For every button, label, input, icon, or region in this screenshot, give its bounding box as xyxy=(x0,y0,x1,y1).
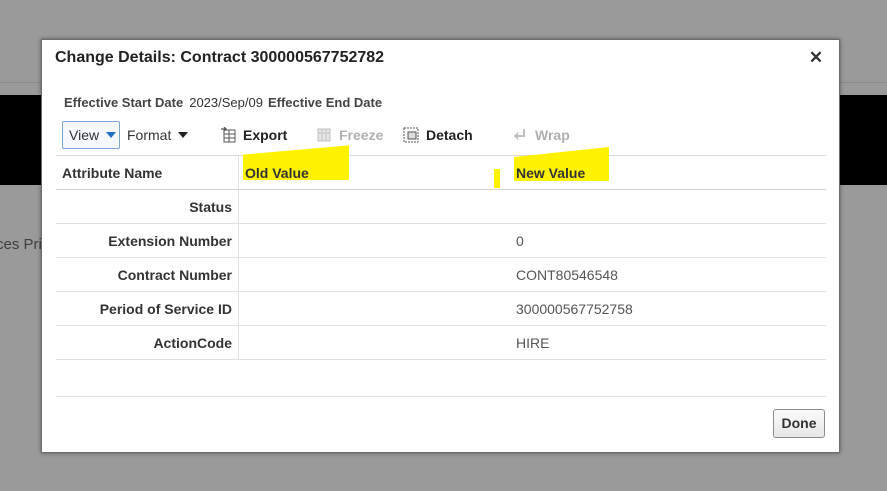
format-label: Format xyxy=(127,127,172,143)
background-partial-text: ces Pri xyxy=(0,236,42,253)
effective-start-value: 2023/Sep/09 xyxy=(189,95,263,110)
export-button[interactable]: Export xyxy=(220,120,287,150)
new-value-cell: CONT80546548 xyxy=(516,266,618,283)
table-row[interactable]: ActionCode HIRE xyxy=(56,326,826,360)
column-header-attribute[interactable]: Attribute Name xyxy=(56,156,239,189)
freeze-label: Freeze xyxy=(339,127,384,143)
wrap-button[interactable]: Wrap xyxy=(512,120,570,150)
column-header-new-value[interactable]: New Value xyxy=(509,156,826,189)
export-label: Export xyxy=(243,127,288,143)
effective-start-label: Effective Start Date xyxy=(64,95,184,110)
old-value-cell xyxy=(239,292,509,325)
done-button[interactable]: Done xyxy=(773,409,825,438)
freeze-icon xyxy=(316,127,332,143)
detach-label: Detach xyxy=(426,127,473,143)
view-menu-button[interactable]: View xyxy=(62,121,120,149)
view-label: View xyxy=(69,127,100,143)
chevron-down-icon xyxy=(106,132,117,138)
new-value-cell: 0 xyxy=(516,232,524,249)
effective-dates: Effective Start Date 2023/Sep/09 Effective… xyxy=(64,95,382,110)
dialog-title: Change Details: Contract 300000567752782 xyxy=(55,49,385,66)
attribute-cell: ActionCode xyxy=(56,326,239,359)
change-details-dialog: Change Details: Contract 300000567752782… xyxy=(41,39,840,453)
effective-end-label: Effective End Date xyxy=(267,95,383,110)
old-value-cell xyxy=(239,258,509,291)
table-row[interactable]: Period of Service ID 300000567752758 xyxy=(56,292,826,326)
chevron-down-icon xyxy=(178,132,189,138)
wrap-label: Wrap xyxy=(535,127,570,143)
old-value-cell xyxy=(239,326,509,359)
table-header-row: Attribute Name Old Value New Value xyxy=(56,156,826,190)
wrap-icon xyxy=(512,127,528,143)
table-row[interactable]: Contract Number CONT80546548 xyxy=(56,258,826,292)
column-header-old-value[interactable]: Old Value xyxy=(239,156,509,189)
table-toolbar: View Format Export Freeze Detach Wrap xyxy=(62,120,822,150)
new-value-cell xyxy=(509,190,826,223)
attribute-cell: Extension Number xyxy=(56,224,239,257)
new-value-cell: 300000567752758 xyxy=(516,300,633,317)
close-icon[interactable]: ✕ xyxy=(807,48,825,68)
footer-divider xyxy=(56,396,826,397)
format-menu-button[interactable]: Format xyxy=(127,120,189,150)
export-icon xyxy=(220,126,236,143)
attribute-cell: Contract Number xyxy=(56,258,239,291)
detach-button[interactable]: Detach xyxy=(403,120,473,150)
old-value-cell xyxy=(239,224,509,257)
table-row[interactable]: Extension Number 0 xyxy=(56,224,826,258)
new-value-cell: HIRE xyxy=(516,334,550,351)
table-row[interactable]: Status xyxy=(56,190,826,224)
old-value-cell xyxy=(239,190,509,223)
attribute-cell: Period of Service ID xyxy=(56,292,239,325)
detach-icon xyxy=(403,127,419,143)
attribute-cell: Status xyxy=(56,190,239,223)
freeze-button[interactable]: Freeze xyxy=(316,120,383,150)
